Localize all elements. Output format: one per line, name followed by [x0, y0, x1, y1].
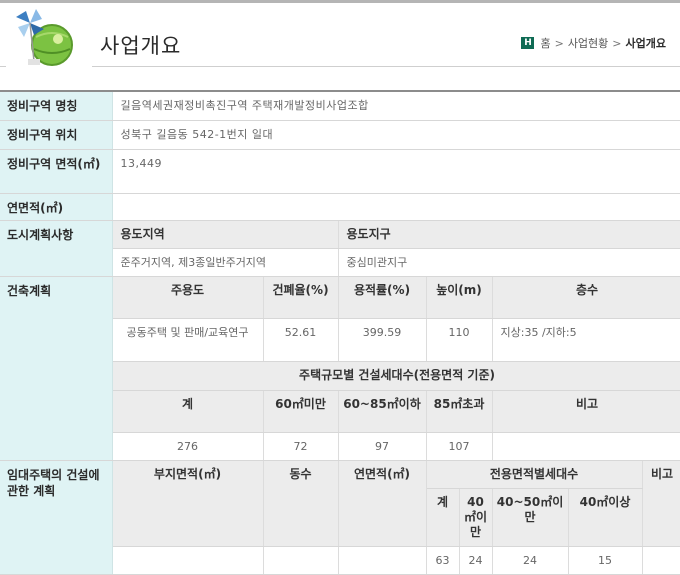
label-name: 정비구역 명칭: [0, 92, 113, 121]
header-site-area: 부지면적(㎡): [112, 460, 264, 547]
row-floor-area: 연면적(㎡): [0, 193, 680, 221]
value-units-mid: 97: [338, 432, 427, 461]
value-height: 110: [426, 318, 493, 362]
page-header: 사업개요 H 홈 > 사업현황 > 사업개요: [0, 3, 680, 67]
row-urban-plan-header: 도시계획사항 용도지역 용도지구: [0, 220, 680, 277]
header-floors: 층수: [492, 276, 680, 319]
header-zone: 용도지역: [112, 220, 339, 249]
header-coverage: 건폐율(%): [263, 276, 339, 319]
value-units-under60: 72: [263, 432, 339, 461]
value-units-note: [492, 432, 680, 461]
units-title: 주택규모별 건설세대수(전용면적 기준): [112, 361, 680, 391]
label-area: 정비구역 면적(㎡): [0, 149, 113, 194]
header-rental-total-group: 계 40㎡이만: [426, 488, 493, 547]
breadcrumb-home[interactable]: 홈: [540, 35, 550, 51]
header-rental-note: 비고: [642, 460, 680, 547]
header-rental-total: 계: [427, 489, 460, 546]
header-height: 높이(m): [426, 276, 493, 319]
value-rental-total: 63: [427, 547, 460, 574]
value-area: 13,449: [112, 149, 680, 194]
value-zone: 준주거지역, 제3종일반주거지역: [112, 248, 339, 277]
value-units-over85: 107: [426, 432, 493, 461]
value-floor-area: [112, 193, 680, 221]
row-area: 정비구역 면적(㎡) 13,449: [0, 149, 680, 194]
header-units-note: 비고: [492, 390, 680, 433]
home-icon[interactable]: H: [521, 37, 535, 49]
overview-table-container: 정비구역 명칭 길음역세권재정비촉진구역 주택재개발정비사업조합 정비구역 위치…: [0, 92, 680, 575]
pinwheel-globe-logo: [6, 5, 92, 67]
breadcrumb-parent[interactable]: 사업현황: [568, 35, 608, 51]
header-rental-floor-area: 연면적(㎡): [338, 460, 427, 547]
row-rental-headers: 임대주택의 건설에 관한 계획 부지면적(㎡) 동수 연면적(㎡) 전용면적별세…: [0, 460, 680, 575]
value-rental-floor-area: [338, 546, 427, 575]
header-units-mid: 60~85㎡이하: [338, 390, 427, 433]
value-rental-mid: 24: [492, 546, 569, 575]
header-units-over85: 85㎡초과: [426, 390, 493, 433]
header-units-under60: 60㎡미만: [263, 390, 339, 433]
value-coverage: 52.61: [263, 318, 339, 362]
header-by-area-title: 전용면적별세대수: [426, 460, 643, 489]
header-units-total: 계: [112, 390, 264, 433]
breadcrumb-separator: >: [612, 36, 622, 50]
label-rental-plan: 임대주택의 건설에 관한 계획: [0, 460, 113, 575]
header-main-use: 주용도: [112, 276, 264, 319]
header-rental-over40: 40㎡이상: [568, 488, 643, 547]
breadcrumb-separator: >: [554, 36, 564, 50]
value-district: 중심미관지구: [338, 248, 680, 277]
value-buildings: [263, 546, 339, 575]
page-title: 사업개요: [100, 34, 182, 58]
row-location: 정비구역 위치 성북구 길음동 542-1번지 일대: [0, 120, 680, 150]
label-building-plan: 건축계획: [0, 276, 113, 461]
label-floor-area: 연면적(㎡): [0, 193, 113, 221]
header-district: 용도지구: [338, 220, 680, 249]
header-far: 용적률(%): [338, 276, 427, 319]
value-location: 성북구 길음동 542-1번지 일대: [112, 120, 680, 150]
label-location: 정비구역 위치: [0, 120, 113, 150]
header-rental-under40: 40㎡이만: [463, 495, 488, 539]
value-name: 길음역세권재정비촉진구역 주택재개발정비사업조합: [112, 92, 680, 121]
value-floors: 지상:35 /지하:5: [492, 318, 680, 362]
header-rental-mid: 40~50㎡이만: [492, 488, 569, 547]
value-rental-note: [642, 546, 680, 575]
value-rental-under40: 24: [468, 554, 483, 567]
value-site-area: [112, 546, 264, 575]
value-rental-total-group: 63 24: [426, 546, 493, 575]
row-name: 정비구역 명칭 길음역세권재정비촉진구역 주택재개발정비사업조합: [0, 92, 680, 121]
label-urban-plan: 도시계획사항: [0, 220, 113, 277]
value-rental-over40: 15: [568, 546, 643, 575]
value-units-total: 276: [112, 432, 264, 461]
breadcrumb: H 홈 > 사업현황 > 사업개요: [521, 35, 666, 51]
row-building-headers: 건축계획 주용도 건폐율(%) 용적률(%) 높이(m) 층수: [0, 276, 680, 461]
value-far: 399.59: [338, 318, 427, 362]
overview-table: 정비구역 명칭 길음역세권재정비촉진구역 주택재개발정비사업조합 정비구역 위치…: [0, 92, 680, 575]
breadcrumb-current: 사업개요: [625, 37, 666, 50]
header-buildings: 동수: [263, 460, 339, 547]
value-main-use: 공동주택 및 판매/교육연구: [112, 318, 264, 362]
